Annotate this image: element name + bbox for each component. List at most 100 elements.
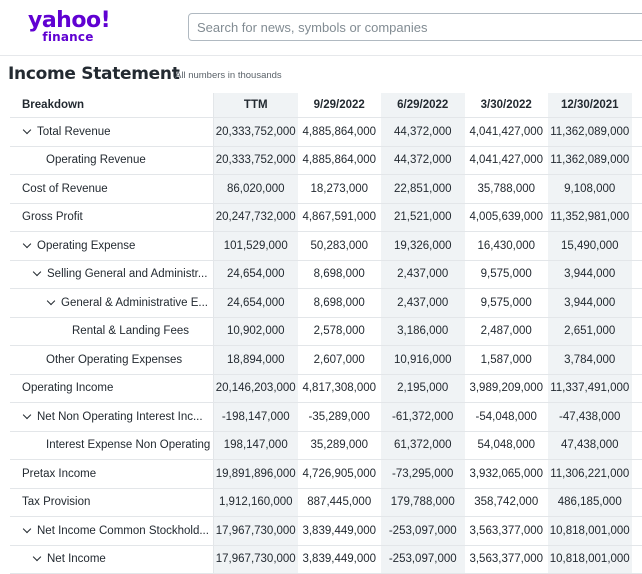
value-cell: 20,146,203,000	[214, 375, 298, 403]
row-label-cell: Interest Expense Non Operating	[10, 432, 214, 460]
row-label: Other Operating Expenses	[46, 354, 182, 366]
value-cell: 19,891,896,000	[214, 460, 298, 488]
value-cell: 10,818,001,000	[548, 517, 632, 545]
value-cell: 54,048,000	[465, 432, 549, 460]
value-cell: 3,563,377,000	[465, 546, 549, 574]
column-header-period: 6/29/2022	[381, 93, 465, 117]
table-row: Rental & Landing Fees10,902,0002,578,000…	[10, 318, 642, 347]
value-cell: 35,289,000	[298, 432, 382, 460]
value-cell: -198,147,000	[214, 403, 298, 431]
table-row[interactable]: Selling General and Administr...24,654,0…	[10, 261, 642, 290]
row-label-cell: Operating Revenue	[10, 147, 214, 175]
row-label: Rental & Landing Fees	[72, 325, 189, 337]
units-note: All numbers in thousands	[175, 70, 282, 81]
value-cell: 35,788,000	[465, 175, 549, 203]
row-label-cell: Selling General and Administr...	[10, 261, 214, 289]
row-label: Gross Profit	[22, 211, 83, 223]
value-cell: -253,097,000	[381, 546, 465, 574]
value-cell: 3,944,000	[548, 261, 632, 289]
value-cell: 24,654,000	[214, 289, 298, 317]
yahoo-finance-logo[interactable]: yahoo! finance	[28, 9, 108, 47]
value-cell: 24,654,000	[214, 261, 298, 289]
chevron-down-icon[interactable]	[23, 240, 31, 248]
table-row[interactable]: Operating Expense101,529,00050,283,00019…	[10, 232, 642, 261]
value-cell: 1,912,160,000	[214, 489, 298, 517]
value-cell: 10,902,000	[214, 318, 298, 346]
value-cell: 2,437,000	[381, 289, 465, 317]
table-row[interactable]: Net Income Common Stockhold...17,967,730…	[10, 517, 642, 546]
value-cell: 21,521,000	[381, 204, 465, 232]
value-cell: 11,362,089,000	[548, 118, 632, 146]
value-cell: 8,698,000	[298, 261, 382, 289]
value-cell: -54,048,000	[465, 403, 549, 431]
chevron-down-icon[interactable]	[23, 126, 31, 134]
value-cell: -61,372,000	[381, 403, 465, 431]
row-label-cell: Gross Profit	[10, 204, 214, 232]
table-row[interactable]: Net Non Operating Interest Inc...-198,14…	[10, 403, 642, 432]
value-cell: 11,362,089,000	[548, 147, 632, 175]
table-row[interactable]: Net Income17,967,730,0003,839,449,000-25…	[10, 546, 642, 574]
table-row[interactable]: General & Administrative E...24,654,0008…	[10, 289, 642, 318]
row-label-cell: Rental & Landing Fees	[10, 318, 214, 346]
chevron-down-icon[interactable]	[23, 411, 31, 419]
value-cell: -35,289,000	[298, 403, 382, 431]
row-label-cell: Pretax Income	[10, 460, 214, 488]
row-label-cell: General & Administrative E...	[10, 289, 214, 317]
value-cell: 4,885,864,000	[298, 147, 382, 175]
value-cell: 44,372,000	[381, 118, 465, 146]
value-cell: 2,607,000	[298, 346, 382, 374]
column-header-breakdown: Breakdown	[10, 93, 214, 117]
row-label-cell: Other Operating Expenses	[10, 346, 214, 374]
table-row: Gross Profit 20,247,732,0004,867,591,0002…	[10, 204, 642, 233]
value-cell: -73,295,000	[381, 460, 465, 488]
value-cell: 20,333,752,000	[214, 147, 298, 175]
value-cell: 4,867,591,000	[298, 204, 382, 232]
value-cell: 358,742,000	[465, 489, 549, 517]
row-label-cell: Total Revenue	[10, 118, 214, 146]
value-cell: 20,333,752,000	[214, 118, 298, 146]
value-cell: 4,726,905,000	[298, 460, 382, 488]
value-cell: 86,020,000	[214, 175, 298, 203]
value-cell: 2,437,000	[381, 261, 465, 289]
value-cell: 61,372,000	[381, 432, 465, 460]
value-cell: 17,967,730,000	[214, 546, 298, 574]
column-header-period: TTM	[214, 93, 298, 117]
table-row[interactable]: Total Revenue20,333,752,0004,885,864,000…	[10, 118, 642, 147]
table-row: Pretax Income19,891,896,0004,726,905,000…	[10, 460, 642, 489]
value-cell: 3,784,000	[548, 346, 632, 374]
value-cell: 19,326,000	[381, 232, 465, 260]
table-row: Operating Revenue20,333,752,0004,885,864…	[10, 147, 642, 176]
row-label-cell: Net Income	[10, 546, 214, 574]
row-label-cell: Net Income Common Stockhold...	[10, 517, 214, 545]
value-cell: 20,247,732,000	[214, 204, 298, 232]
table-header-row: BreakdownTTM9/29/20226/29/20223/30/20221…	[10, 93, 642, 118]
chevron-down-icon[interactable]	[23, 525, 31, 533]
table-row: Cost of Revenue86,020,00018,273,00022,85…	[10, 175, 642, 204]
value-cell: 3,186,000	[381, 318, 465, 346]
search-input[interactable]	[188, 13, 642, 41]
value-cell: 179,788,000	[381, 489, 465, 517]
row-label: Tax Provision	[22, 496, 90, 508]
top-bar: yahoo! finance	[0, 0, 642, 56]
value-cell: 11,306,221,000	[548, 460, 632, 488]
column-header-period: 3/30/2022	[465, 93, 549, 117]
value-cell: 22,851,000	[381, 175, 465, 203]
value-cell: -253,097,000	[381, 517, 465, 545]
chevron-down-icon[interactable]	[33, 553, 41, 561]
value-cell: 2,651,000	[548, 318, 632, 346]
value-cell: 198,147,000	[214, 432, 298, 460]
value-cell: 3,944,000	[548, 289, 632, 317]
value-cell: 3,563,377,000	[465, 517, 549, 545]
chevron-down-icon[interactable]	[33, 268, 41, 276]
page-title: Income Statement	[8, 64, 180, 84]
value-cell: 2,195,000	[381, 375, 465, 403]
row-label: Cost of Revenue	[22, 183, 108, 195]
value-cell: 2,487,000	[465, 318, 549, 346]
column-header-period: 9/29/2022	[298, 93, 382, 117]
row-label: Net Income	[47, 553, 106, 565]
chevron-down-icon[interactable]	[47, 297, 55, 305]
value-cell: 3,932,065,000	[465, 460, 549, 488]
value-cell: 101,529,000	[214, 232, 298, 260]
value-cell: 16,430,000	[465, 232, 549, 260]
row-label-cell: Net Non Operating Interest Inc...	[10, 403, 214, 431]
